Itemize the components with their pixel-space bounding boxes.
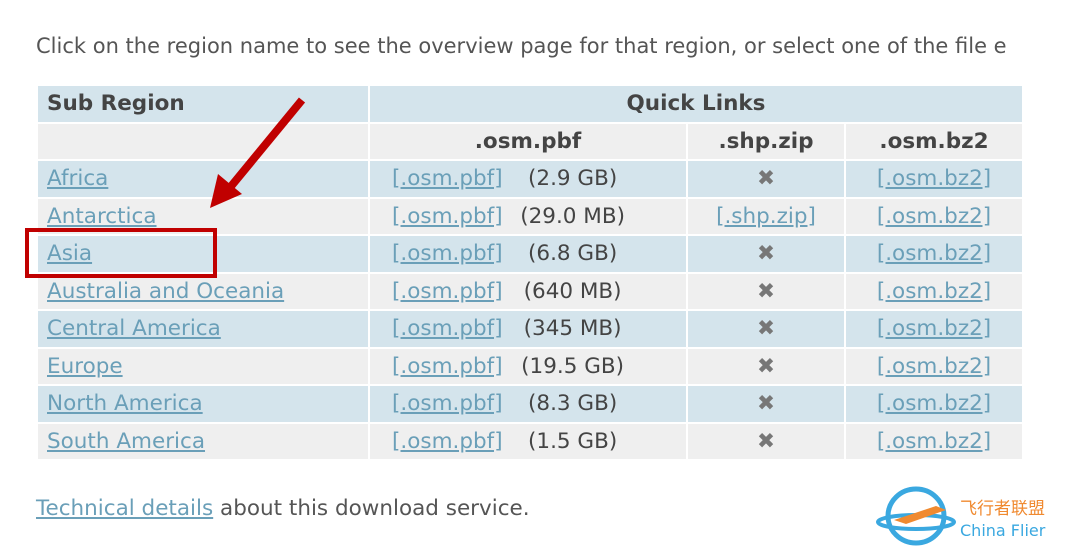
- region-link[interactable]: North America: [47, 391, 203, 416]
- file-size: (1.5 GB): [528, 428, 618, 454]
- region-link[interactable]: Central America: [47, 316, 221, 341]
- pbf-link[interactable]: [.osm.pbf]: [392, 354, 503, 379]
- header-quick-links: Quick Links: [370, 86, 1022, 122]
- shp-unavailable-icon: ✖: [688, 161, 844, 197]
- shp-unavailable-icon: ✖: [688, 273, 844, 309]
- file-size: (6.8 GB): [528, 241, 618, 267]
- logo-cn: 飞行者联盟: [960, 499, 1045, 519]
- highlight-box: [25, 228, 217, 278]
- subheader-row: .osm.pbf .shp.zip .osm.bz2: [38, 123, 1022, 159]
- pbf-link[interactable]: [.osm.pbf]: [392, 391, 503, 416]
- header-shp: .shp.zip: [688, 123, 844, 159]
- shp-unavailable-icon: ✖: [688, 423, 844, 459]
- region-link[interactable]: Australia and Oceania: [47, 279, 284, 304]
- shp-link[interactable]: [.shp.zip]: [716, 204, 816, 229]
- red-arrow-icon: [210, 97, 306, 208]
- shp-unavailable-icon: ✖: [688, 386, 844, 422]
- pbf-link[interactable]: [.osm.pbf]: [392, 279, 503, 304]
- table-row: North America [.osm.pbf] (8.3 GB) ✖ [.osm…: [38, 386, 1022, 422]
- intro-text: Click on the region name to see the over…: [36, 34, 1007, 58]
- bz2-link[interactable]: [.osm.bz2]: [877, 429, 991, 454]
- bz2-link[interactable]: [.osm.bz2]: [877, 279, 991, 304]
- region-link[interactable]: South America: [47, 429, 205, 454]
- shp-unavailable-icon: ✖: [688, 236, 844, 272]
- file-size: (640 MB): [523, 278, 622, 304]
- footer-text: Technical details about this download se…: [36, 496, 530, 521]
- bz2-link[interactable]: [.osm.bz2]: [877, 166, 991, 191]
- region-link[interactable]: Africa: [47, 166, 108, 191]
- pbf-link[interactable]: [.osm.pbf]: [392, 166, 503, 191]
- table-row: Africa [.osm.pbf] (2.9 GB) ✖ [.osm.bz2]: [38, 161, 1022, 197]
- file-size: (345 MB): [523, 316, 622, 342]
- shp-unavailable-icon: ✖: [688, 348, 844, 384]
- bz2-link[interactable]: [.osm.bz2]: [877, 241, 991, 266]
- region-link[interactable]: Europe: [47, 354, 123, 379]
- bz2-link[interactable]: [.osm.bz2]: [877, 316, 991, 341]
- technical-details-link[interactable]: Technical details: [36, 496, 213, 521]
- file-size: (19.5 GB): [521, 353, 625, 379]
- table-row: Central America [.osm.pbf] (345 MB) ✖ [.o…: [38, 311, 1022, 347]
- table-row: Europe [.osm.pbf] (19.5 GB) ✖ [.osm.bz2]: [38, 348, 1022, 384]
- bz2-link[interactable]: [.osm.bz2]: [877, 204, 991, 229]
- header-row: Sub Region Quick Links: [38, 86, 1022, 122]
- region-link[interactable]: Antarctica: [47, 204, 157, 229]
- file-size: (8.3 GB): [528, 391, 618, 417]
- file-size: (2.9 GB): [528, 166, 618, 192]
- pbf-link[interactable]: [.osm.pbf]: [392, 429, 503, 454]
- table-row: South America [.osm.pbf] (1.5 GB) ✖ [.osm…: [38, 423, 1022, 459]
- pbf-link[interactable]: [.osm.pbf]: [392, 316, 503, 341]
- shp-unavailable-icon: ✖: [688, 311, 844, 347]
- bz2-link[interactable]: [.osm.bz2]: [877, 391, 991, 416]
- header-pbf: .osm.pbf: [370, 123, 686, 159]
- pbf-link[interactable]: [.osm.pbf]: [392, 204, 503, 229]
- bz2-link[interactable]: [.osm.bz2]: [877, 354, 991, 379]
- file-size: (29.0 MB): [520, 203, 625, 229]
- table-row: Australia and Oceania [.osm.pbf] (640 MB)…: [38, 273, 1022, 309]
- logo-en: China Flier: [960, 521, 1046, 540]
- china-flier-logo: 飞行者联盟 China Flier: [876, 484, 1076, 546]
- pbf-link[interactable]: [.osm.pbf]: [392, 241, 503, 266]
- header-bz2: .osm.bz2: [846, 123, 1022, 159]
